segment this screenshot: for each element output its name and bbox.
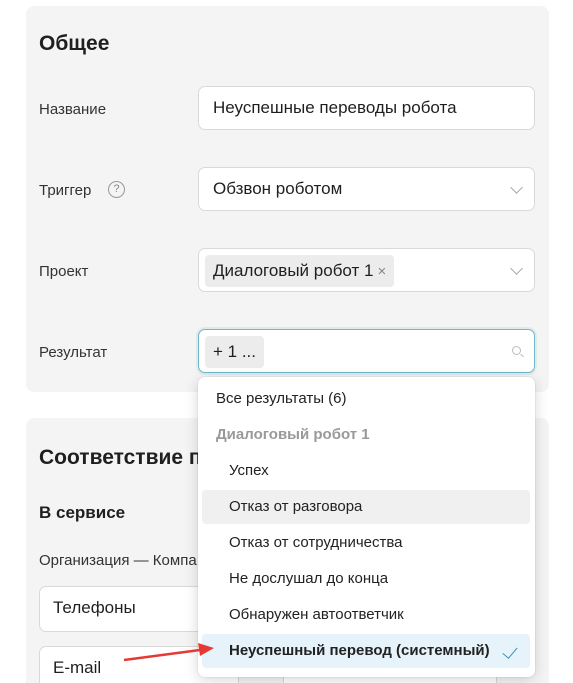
annotation-arrow-icon bbox=[123, 643, 214, 662]
page: Общее Название Неуспешные переводы робот… bbox=[0, 0, 573, 683]
